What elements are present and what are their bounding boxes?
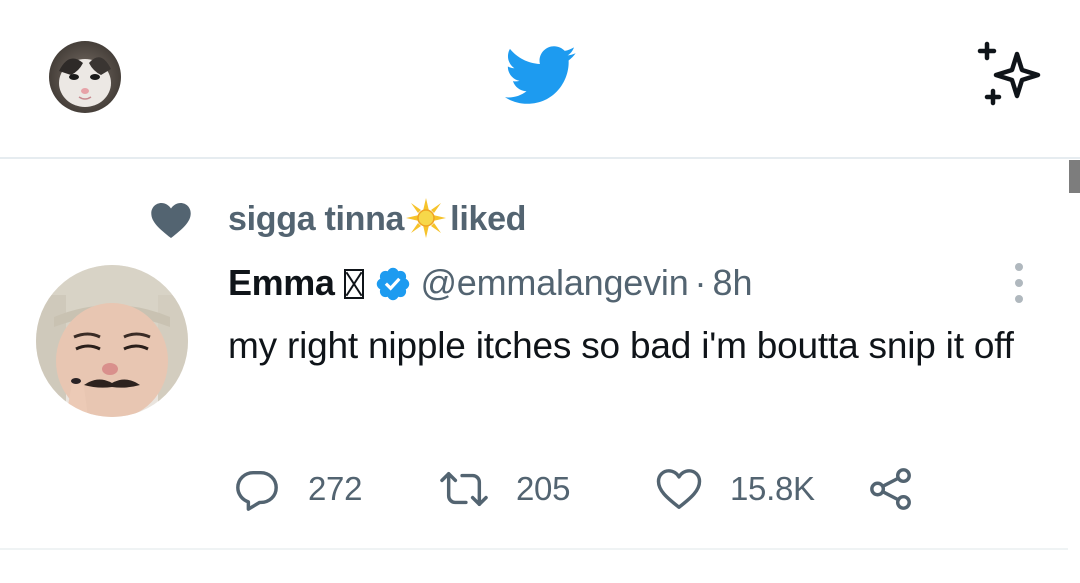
more-options-icon[interactable] — [1004, 259, 1034, 307]
like-button[interactable]: 15.8K — [656, 465, 815, 513]
reply-button[interactable]: 272 — [234, 465, 362, 513]
tweet-timestamp[interactable]: 8h — [713, 262, 753, 303]
tweet-divider — [0, 548, 1068, 550]
reply-icon — [234, 466, 280, 512]
social-context-action: liked — [450, 200, 527, 238]
author-handle[interactable]: @emmalangevin — [420, 262, 688, 303]
share-icon — [868, 466, 914, 512]
top-bar — [0, 0, 1080, 158]
social-context-text: sigga tinna liked — [228, 197, 526, 241]
liker-name[interactable]: sigga tinna — [228, 200, 404, 238]
sun-emoji-icon — [406, 198, 447, 238]
my-profile-avatar[interactable] — [49, 41, 121, 113]
tweet-text: my right nipple itches so bad i'm boutta… — [228, 325, 1014, 366]
unsupported-emoji-glyph — [344, 269, 365, 299]
tweet-actions: 272 205 15.8K — [0, 465, 1068, 513]
author-display-name[interactable]: Emma — [228, 262, 335, 303]
twitter-bird-icon[interactable] — [504, 46, 577, 106]
share-button[interactable] — [868, 465, 914, 513]
retweet-button[interactable]: 205 — [438, 465, 570, 513]
heart-filled-icon — [150, 202, 192, 238]
heart-outline-icon — [656, 467, 702, 511]
meta-separator: · — [694, 262, 707, 303]
tweet[interactable]: sigga tinna liked Emma @emmalangevin · 8… — [0, 159, 1068, 549]
sparkle-icon[interactable] — [970, 40, 1048, 110]
author-avatar[interactable] — [36, 265, 188, 417]
scrollbar-thumb[interactable] — [1069, 160, 1080, 193]
social-context: sigga tinna liked — [0, 197, 800, 241]
retweet-icon — [438, 466, 490, 512]
retweet-count: 205 — [516, 470, 571, 507]
like-count: 15.8K — [730, 470, 815, 507]
reply-count: 272 — [308, 470, 363, 507]
tweet-header: Emma @emmalangevin · 8h — [228, 259, 1008, 307]
verified-badge-icon[interactable] — [374, 265, 412, 303]
